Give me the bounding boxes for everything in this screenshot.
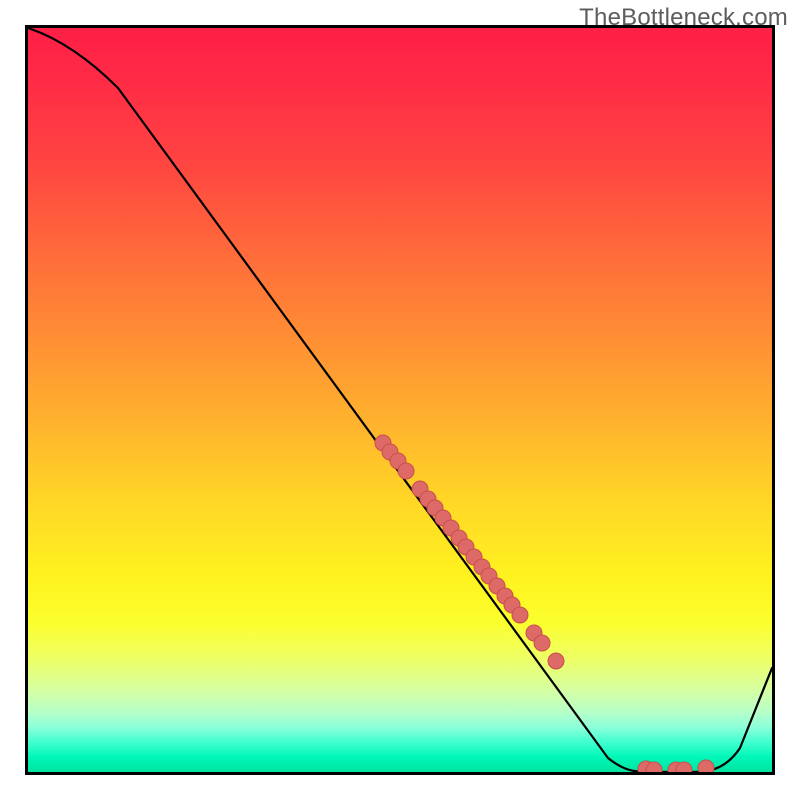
data-point (548, 653, 564, 669)
bottleneck-curve (28, 28, 772, 772)
data-point (398, 463, 414, 479)
scatter-points (375, 435, 714, 772)
plot-area (25, 25, 775, 775)
data-point (534, 635, 550, 651)
data-point (698, 760, 714, 772)
chart-container: TheBottleneck.com (0, 0, 800, 800)
watermark-text: TheBottleneck.com (579, 4, 788, 32)
chart-overlay-svg (28, 28, 772, 772)
data-point (512, 607, 528, 623)
